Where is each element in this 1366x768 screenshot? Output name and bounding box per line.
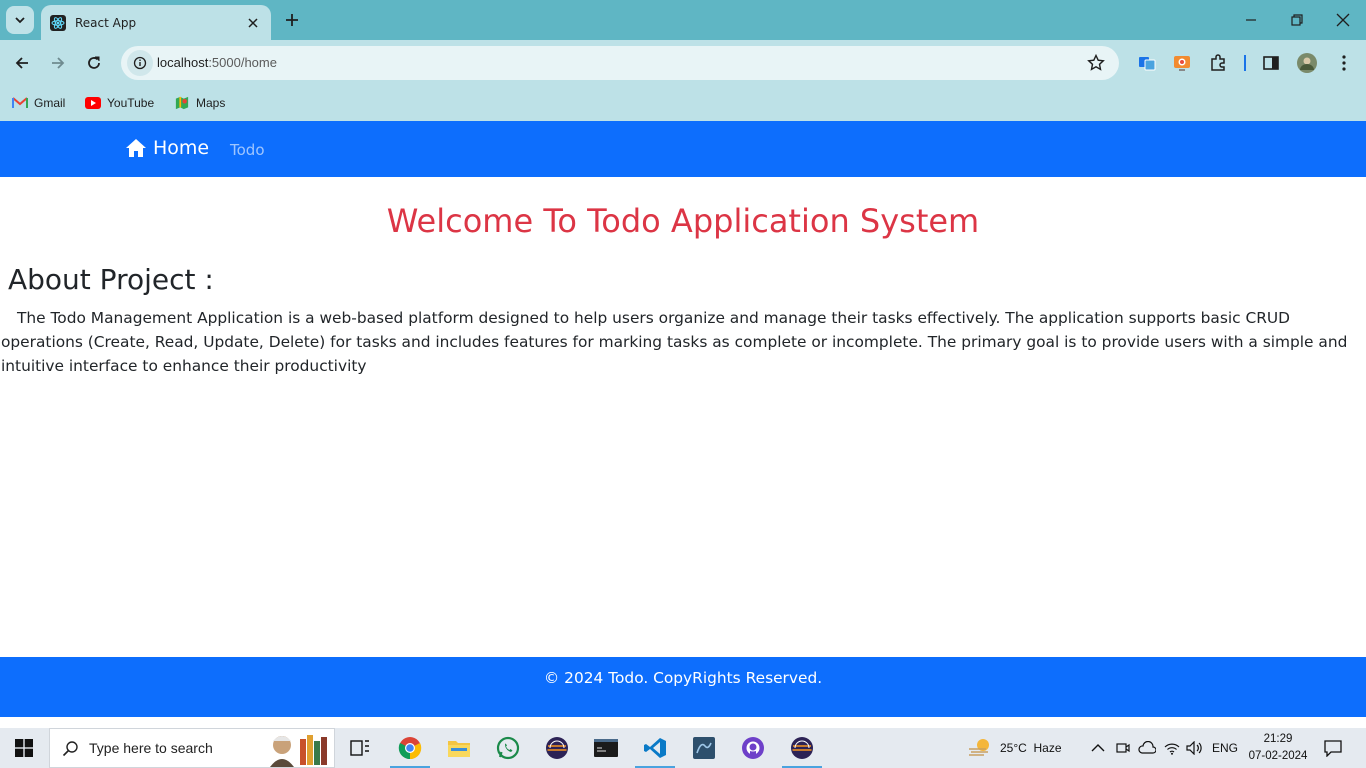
bookmarks-bar: Gmail YouTube Maps bbox=[0, 86, 1366, 121]
taskbar-search-placeholder: Type here to search bbox=[89, 740, 213, 756]
onedrive-cloud-icon[interactable] bbox=[1138, 728, 1156, 768]
show-hidden-icons-chevron[interactable] bbox=[1091, 728, 1105, 768]
site-footer: © 2024 Todo. CopyRights Reserved. bbox=[0, 657, 1366, 717]
close-window-icon[interactable] bbox=[1331, 8, 1355, 32]
haze-weather-icon bbox=[969, 739, 989, 756]
profile-avatar[interactable] bbox=[1296, 52, 1318, 74]
reload-icon[interactable] bbox=[82, 51, 106, 75]
wifi-icon[interactable] bbox=[1164, 728, 1180, 768]
volume-icon[interactable] bbox=[1186, 728, 1204, 768]
react-icon bbox=[50, 14, 66, 31]
whatsapp-icon[interactable] bbox=[484, 728, 532, 768]
footer-text: © 2024 Todo. CopyRights Reserved. bbox=[543, 669, 823, 687]
browser-tab-active[interactable]: React App bbox=[41, 5, 271, 40]
task-view-icon[interactable] bbox=[336, 728, 384, 768]
translate-extension-icon[interactable] bbox=[1136, 52, 1158, 74]
forward-arrow-icon[interactable] bbox=[46, 51, 70, 75]
kebab-menu-icon[interactable] bbox=[1333, 52, 1355, 74]
file-explorer-icon[interactable] bbox=[435, 728, 483, 768]
back-arrow-icon[interactable] bbox=[10, 51, 34, 75]
page-title: Welcome To Todo Application System bbox=[386, 202, 980, 240]
windows-taskbar: Type here to search 25°C Haze ENG 21:29 … bbox=[0, 728, 1366, 768]
side-panel-icon[interactable] bbox=[1260, 52, 1282, 74]
vscode-icon[interactable] bbox=[631, 728, 679, 768]
site-info-icon[interactable] bbox=[127, 50, 153, 76]
taskbar-search-box[interactable]: Type here to search bbox=[49, 728, 335, 768]
restore-icon[interactable] bbox=[1285, 8, 1309, 32]
screen-recorder-extension-icon[interactable] bbox=[1171, 52, 1193, 74]
url-host: localhost bbox=[157, 55, 209, 70]
bookmark-label: Gmail bbox=[34, 96, 66, 110]
site-navbar: Home Todo bbox=[0, 121, 1366, 177]
bookmark-youtube[interactable]: YouTube bbox=[85, 93, 154, 113]
clock-date: 07-02-2024 bbox=[1248, 750, 1308, 762]
clock-time: 21:29 bbox=[1263, 733, 1293, 745]
notifications-icon[interactable] bbox=[1324, 728, 1342, 768]
maps-icon bbox=[175, 96, 189, 110]
tab-close-icon[interactable] bbox=[245, 15, 261, 31]
language-text: ENG bbox=[1212, 741, 1239, 755]
bookmark-label: YouTube bbox=[107, 96, 155, 110]
search-icon bbox=[62, 741, 78, 757]
nav-link-todo[interactable]: Todo bbox=[230, 141, 265, 159]
address-bar[interactable]: localhost:5000/home bbox=[121, 46, 1119, 80]
taskbar-clock[interactable]: 21:29 07-02-2024 bbox=[1247, 731, 1309, 765]
mysql-shell-icon[interactable] bbox=[582, 728, 630, 768]
toolbar-separator bbox=[1244, 55, 1246, 71]
minimize-icon[interactable] bbox=[1239, 8, 1263, 32]
mysql-workbench-icon[interactable] bbox=[680, 728, 728, 768]
weather-widget[interactable]: 25°C Haze bbox=[968, 728, 1062, 768]
youtube-icon bbox=[85, 97, 101, 109]
meet-now-icon[interactable] bbox=[1116, 728, 1130, 768]
bookmark-maps[interactable]: Maps bbox=[174, 93, 225, 113]
weather-text: 25°C Haze bbox=[1000, 741, 1062, 755]
browser-toolbar: localhost:5000/home bbox=[0, 40, 1366, 86]
chrome-taskbar-icon[interactable] bbox=[386, 728, 434, 768]
url-path: :5000/home bbox=[208, 55, 277, 70]
new-tab-icon[interactable] bbox=[282, 10, 302, 30]
browser-tab-strip: React App bbox=[0, 0, 1366, 40]
bookmark-label: Maps bbox=[196, 96, 226, 110]
start-button[interactable] bbox=[0, 728, 48, 768]
language-indicator[interactable]: ENG bbox=[1212, 728, 1238, 768]
bookmark-star-icon[interactable] bbox=[1087, 54, 1105, 72]
about-heading: About Project : bbox=[8, 263, 214, 296]
tab-title: React App bbox=[75, 15, 137, 30]
navbar-brand-label: Home bbox=[153, 137, 210, 159]
url-text: localhost:5000/home bbox=[157, 55, 277, 70]
github-desktop-icon[interactable] bbox=[729, 728, 777, 768]
eclipse-icon[interactable] bbox=[533, 728, 581, 768]
eclipse-ee-icon[interactable] bbox=[778, 728, 826, 768]
home-icon bbox=[126, 139, 146, 157]
chevron-down-icon bbox=[15, 17, 25, 24]
bookmark-gmail[interactable]: Gmail bbox=[12, 93, 65, 113]
about-description: The Todo Management Application is a web… bbox=[1, 309, 1348, 375]
windows-logo-icon bbox=[15, 739, 33, 757]
tab-search-button[interactable] bbox=[6, 6, 34, 34]
navbar-brand-home[interactable]: Home bbox=[125, 137, 209, 159]
gmail-icon bbox=[12, 97, 28, 108]
extensions-puzzle-icon[interactable] bbox=[1207, 52, 1229, 74]
search-highlight-illustration bbox=[270, 735, 327, 767]
